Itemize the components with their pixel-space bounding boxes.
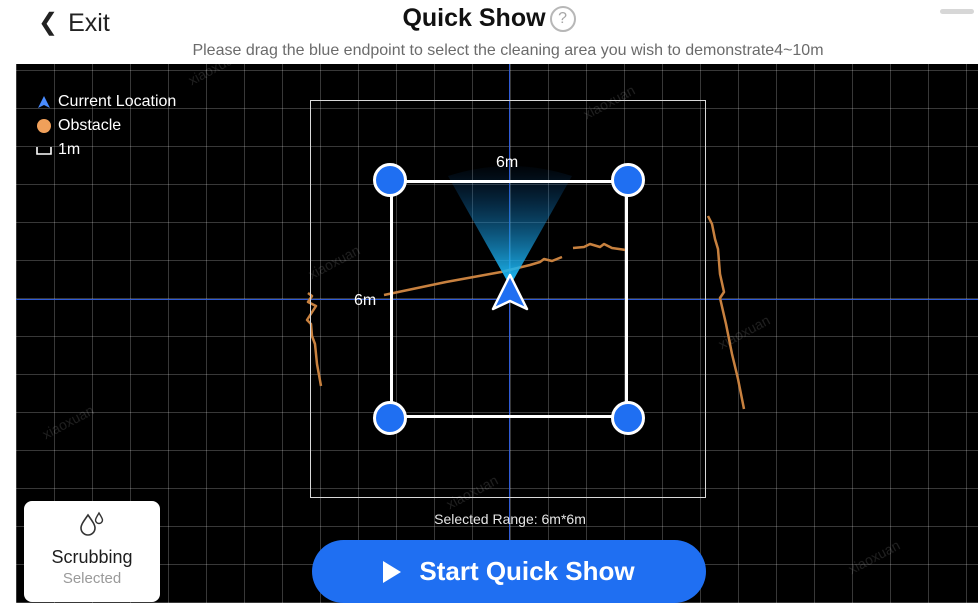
play-icon <box>383 560 402 583</box>
width-label: 6m <box>496 154 519 171</box>
quick-show-screen: ❮ Exit Quick Show ? Please drag the blue… <box>0 0 978 603</box>
status-indicator <box>940 9 974 14</box>
drag-handle-bottom-right[interactable] <box>611 401 645 435</box>
start-quick-show-button[interactable]: Start Quick Show <box>312 540 706 603</box>
selection-area[interactable] <box>390 180 628 418</box>
drag-handle-top-right[interactable] <box>611 163 645 197</box>
page-title: Quick Show <box>402 4 546 32</box>
selected-range-label: Selected Range: 6m*6m <box>434 511 586 527</box>
title-group: Quick Show ? <box>0 4 978 33</box>
height-label: 6m <box>354 292 377 309</box>
start-button-label: Start Quick Show <box>419 556 635 586</box>
help-icon[interactable]: ? <box>549 5 576 32</box>
map-canvas[interactable]: xiaoxuan xiaoxuan xiaoxuan xiaoxuan xiao… <box>16 64 978 603</box>
mode-label: Scrubbing <box>51 547 133 567</box>
mode-status: Selected <box>62 570 122 587</box>
header: ❮ Exit Quick Show ? Please drag the blue… <box>0 0 978 64</box>
drag-handle-top-left[interactable] <box>373 163 407 197</box>
water-drops-icon <box>24 511 160 539</box>
instruction-text: Please drag the blue endpoint to select … <box>192 42 824 59</box>
cleaning-mode-card[interactable]: Scrubbing Selected <box>24 501 160 602</box>
drag-handle-bottom-left[interactable] <box>373 401 407 435</box>
